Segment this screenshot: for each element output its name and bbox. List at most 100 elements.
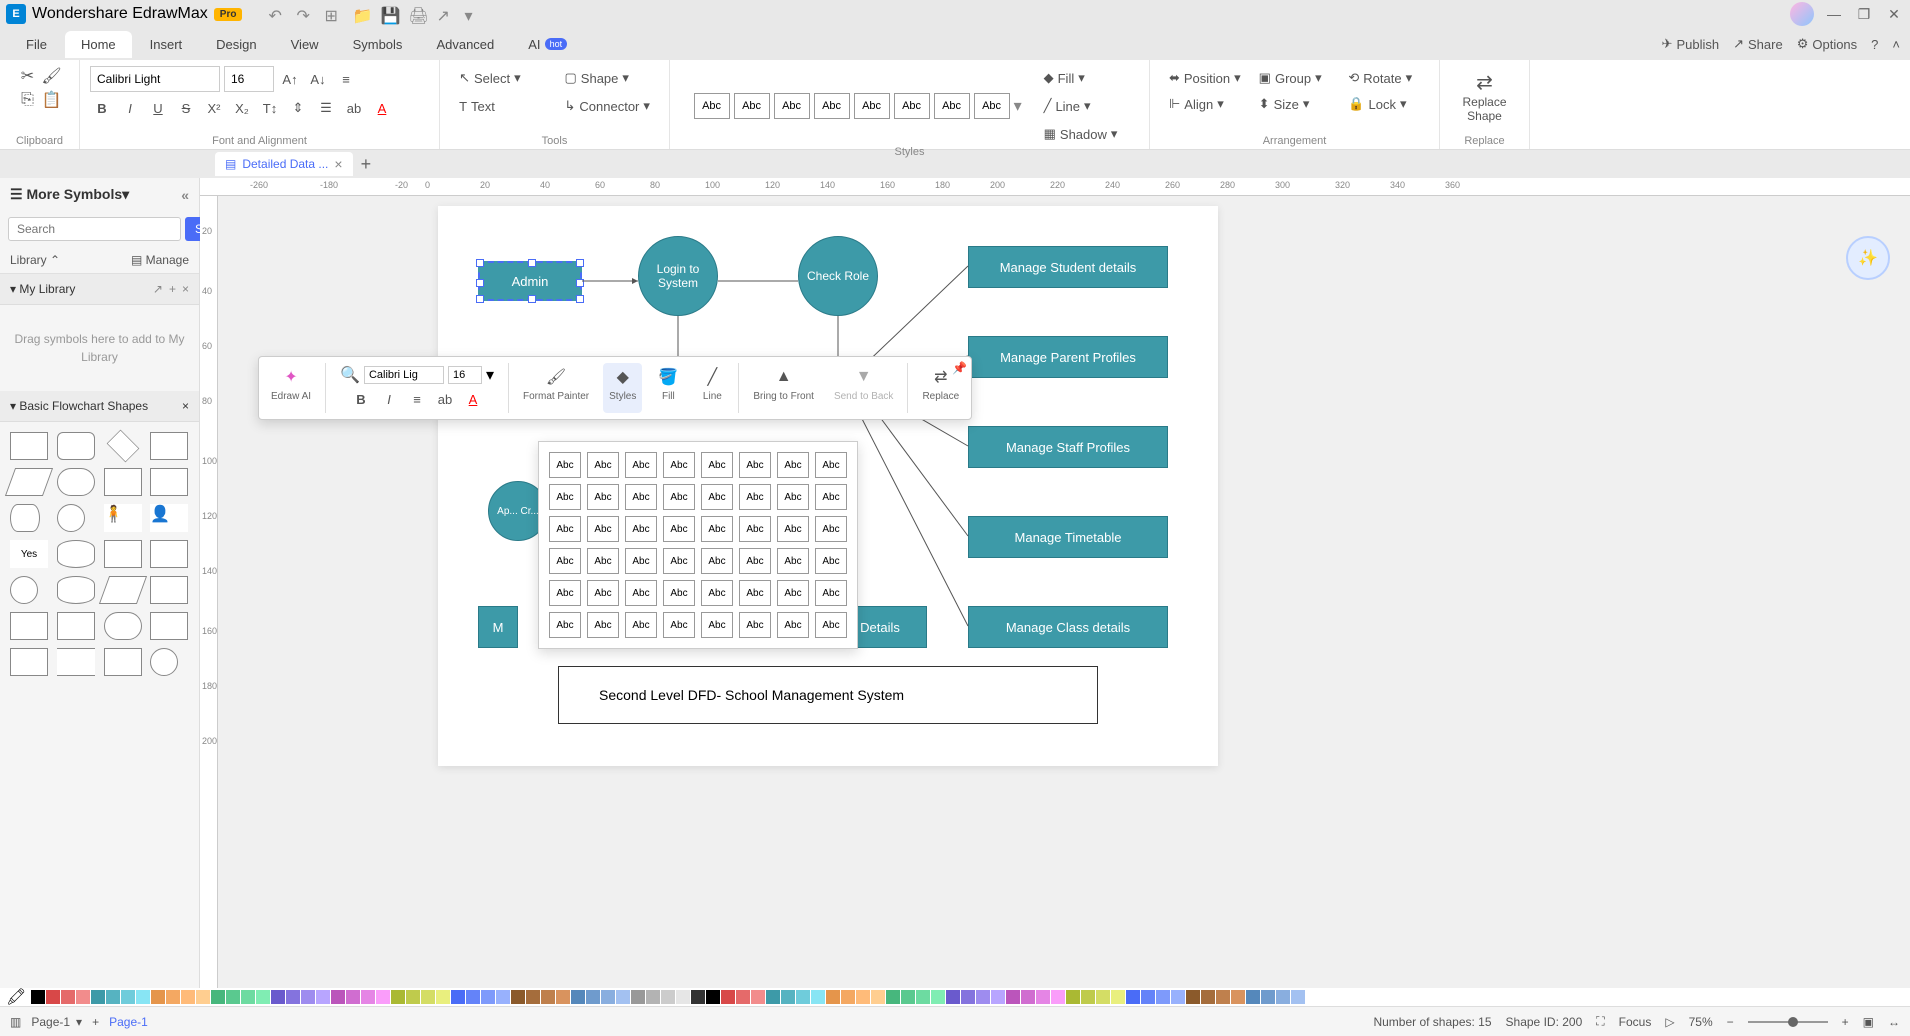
style-cell[interactable]: Abc xyxy=(587,580,619,606)
style-preset[interactable]: Abc xyxy=(974,93,1010,119)
text-direction-icon[interactable]: T↕ xyxy=(258,96,282,120)
shape-login[interactable]: Login to System xyxy=(638,236,718,316)
shape-tape[interactable] xyxy=(57,612,95,640)
color-picker-icon[interactable]: 🖍 xyxy=(6,987,26,1007)
style-cell[interactable]: Abc xyxy=(663,580,695,606)
style-cell[interactable]: Abc xyxy=(815,452,847,478)
ft-fill[interactable]: 🪣Fill xyxy=(650,363,686,413)
color-swatch[interactable] xyxy=(271,990,285,1004)
select-button[interactable]: ↖ Select ▾ xyxy=(451,66,552,90)
color-swatch[interactable] xyxy=(931,990,945,1004)
style-preset[interactable]: Abc xyxy=(774,93,810,119)
color-swatch[interactable] xyxy=(1246,990,1260,1004)
pin-icon[interactable]: 📌 xyxy=(952,361,967,375)
color-swatch[interactable] xyxy=(61,990,75,1004)
shape-check-role[interactable]: Check Role xyxy=(798,236,878,316)
symbol-search-input[interactable] xyxy=(8,217,181,241)
color-swatch[interactable] xyxy=(616,990,630,1004)
italic-icon[interactable]: I xyxy=(118,96,142,120)
style-cell[interactable]: Abc xyxy=(701,612,733,638)
library-dropdown[interactable]: Library ⌃ xyxy=(10,253,60,267)
caption-box[interactable]: Second Level DFD- School Management Syst… xyxy=(558,666,1098,724)
ft-bring-front[interactable]: ▲Bring to Front xyxy=(747,363,820,413)
zoom-in-icon[interactable]: + xyxy=(1842,1015,1849,1029)
zoom-slider[interactable] xyxy=(1748,1021,1828,1023)
color-swatch[interactable] xyxy=(331,990,345,1004)
font-family-select[interactable] xyxy=(90,66,220,92)
style-cell[interactable]: Abc xyxy=(739,612,771,638)
style-cell[interactable]: Abc xyxy=(549,516,581,542)
page-list-icon[interactable]: ▥ xyxy=(10,1015,21,1029)
color-swatch[interactable] xyxy=(526,990,540,1004)
color-swatch[interactable] xyxy=(706,990,720,1004)
color-swatch[interactable] xyxy=(871,990,885,1004)
style-cell[interactable]: Abc xyxy=(815,516,847,542)
shape-manage-timetable[interactable]: Manage Timetable xyxy=(968,516,1168,558)
format-painter-icon[interactable]: 🖌 xyxy=(42,66,62,86)
color-swatch[interactable] xyxy=(46,990,60,1004)
color-swatch[interactable] xyxy=(541,990,555,1004)
decrease-font-icon[interactable]: A↓ xyxy=(306,67,330,91)
style-cell[interactable]: Abc xyxy=(701,580,733,606)
color-swatch[interactable] xyxy=(76,990,90,1004)
help-icon[interactable]: ? xyxy=(1871,37,1878,52)
canvas[interactable]: Admin Login to System Check Role ...age … xyxy=(218,196,1910,988)
add-tab-icon[interactable]: + xyxy=(361,154,372,175)
style-cell[interactable]: Abc xyxy=(625,452,657,478)
ft-send-back[interactable]: ▼Send to Back xyxy=(828,363,899,413)
color-swatch[interactable] xyxy=(1006,990,1020,1004)
style-cell[interactable]: Abc xyxy=(777,516,809,542)
copy-icon[interactable]: ⎘ xyxy=(18,90,38,110)
lock-button[interactable]: 🔒 Lock▾ xyxy=(1340,92,1428,116)
play-icon[interactable]: ▷ xyxy=(1665,1015,1674,1029)
save-icon[interactable]: 💾 xyxy=(380,6,396,22)
ft-font-size[interactable] xyxy=(448,366,482,384)
bold-icon[interactable]: B xyxy=(90,96,114,120)
style-cell[interactable]: Abc xyxy=(549,612,581,638)
style-cell[interactable]: Abc xyxy=(625,484,657,510)
color-swatch[interactable] xyxy=(181,990,195,1004)
basic-shapes-section[interactable]: ▾ Basic Flowchart Shapes xyxy=(10,399,148,413)
style-cell[interactable]: Abc xyxy=(701,484,733,510)
color-swatch[interactable] xyxy=(1126,990,1140,1004)
minimize-icon[interactable]: — xyxy=(1824,6,1844,22)
color-swatch[interactable] xyxy=(121,990,135,1004)
color-swatch[interactable] xyxy=(241,990,255,1004)
style-preset[interactable]: Abc xyxy=(854,93,890,119)
style-cell[interactable]: Abc xyxy=(587,548,619,574)
style-cell[interactable]: Abc xyxy=(777,452,809,478)
ft-line[interactable]: ╱Line xyxy=(694,363,730,413)
manage-button[interactable]: ▤ Manage xyxy=(131,253,189,267)
font-size-select[interactable] xyxy=(224,66,274,92)
color-swatch[interactable] xyxy=(991,990,1005,1004)
style-cell[interactable]: Abc xyxy=(739,516,771,542)
font-color-icon[interactable]: A xyxy=(370,96,394,120)
style-preset[interactable]: Abc xyxy=(894,93,930,119)
style-cell[interactable]: Abc xyxy=(587,484,619,510)
style-cell[interactable]: Abc xyxy=(739,452,771,478)
my-library-section[interactable]: ▾ My Library xyxy=(10,282,75,296)
style-cell[interactable]: Abc xyxy=(777,580,809,606)
style-cell[interactable]: Abc xyxy=(625,612,657,638)
text-case-icon[interactable]: ab xyxy=(342,96,366,120)
color-swatch[interactable] xyxy=(391,990,405,1004)
shape-user[interactable]: 👤 xyxy=(150,504,188,532)
style-cell[interactable]: Abc xyxy=(777,484,809,510)
close-icon[interactable]: ✕ xyxy=(1884,6,1904,23)
style-preset[interactable]: Abc xyxy=(814,93,850,119)
styles-expand-icon[interactable]: ▾ xyxy=(1014,96,1022,116)
color-swatch[interactable] xyxy=(1141,990,1155,1004)
color-swatch[interactable] xyxy=(751,990,765,1004)
shadow-button[interactable]: ▦ Shadow ▾ xyxy=(1036,122,1126,146)
color-swatch[interactable] xyxy=(481,990,495,1004)
shape-hexagon[interactable] xyxy=(104,648,142,676)
position-button[interactable]: ⬌ Position▾ xyxy=(1161,66,1249,90)
color-swatch[interactable] xyxy=(691,990,705,1004)
print-icon[interactable]: 🖨 xyxy=(408,6,424,22)
color-swatch[interactable] xyxy=(736,990,750,1004)
style-cell[interactable]: Abc xyxy=(663,452,695,478)
color-swatch[interactable] xyxy=(1081,990,1095,1004)
shape-parallelogram[interactable] xyxy=(5,468,53,496)
color-swatch[interactable] xyxy=(826,990,840,1004)
add-page-icon[interactable]: + xyxy=(92,1015,99,1029)
